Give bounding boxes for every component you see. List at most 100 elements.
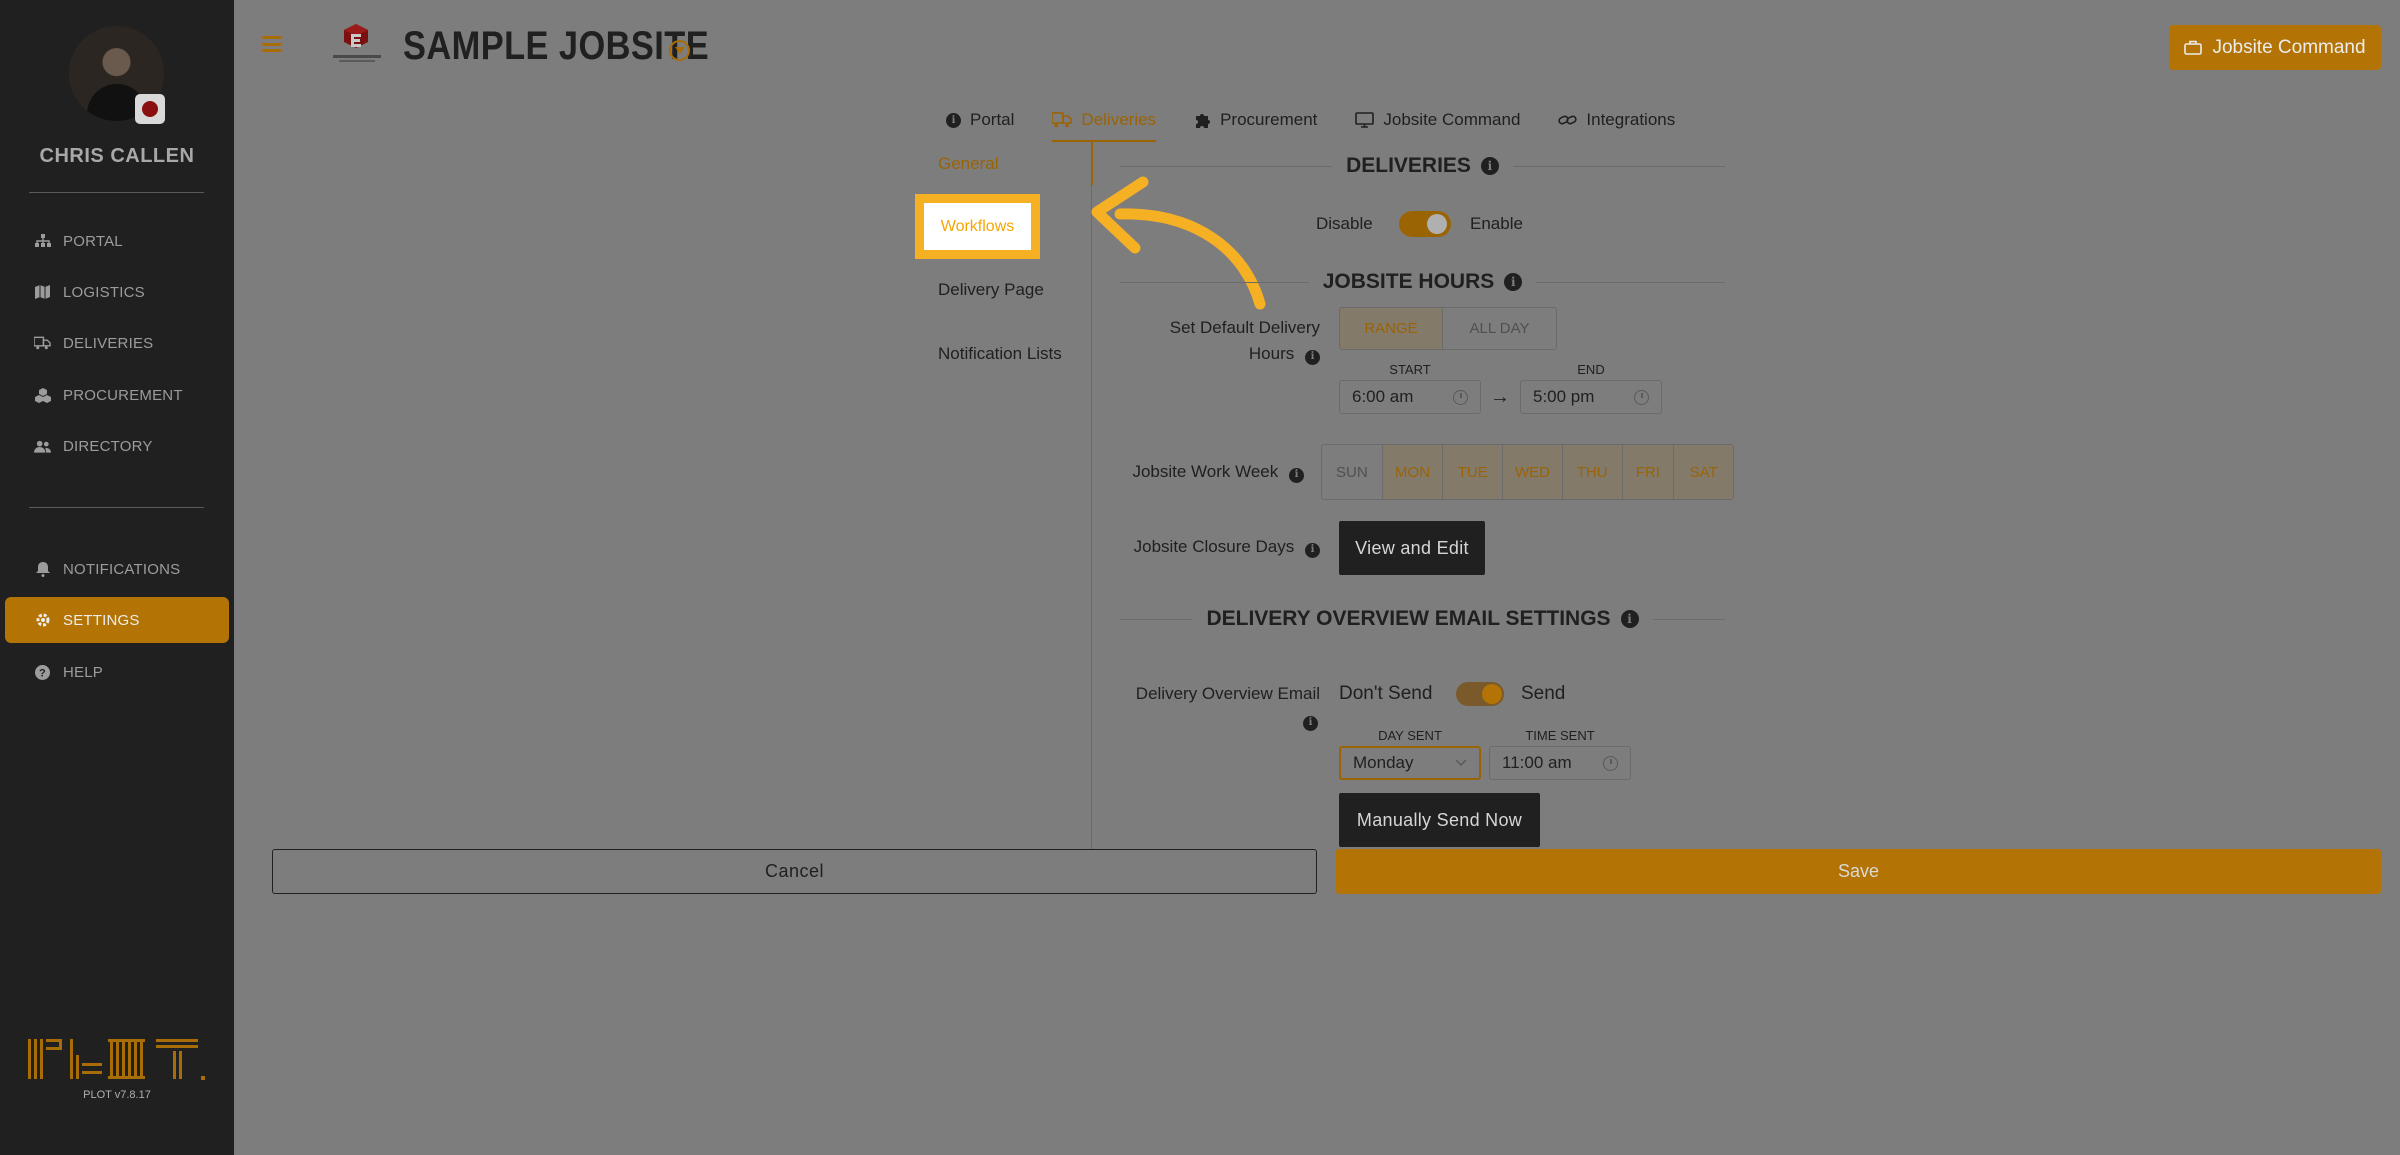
sidebar-item-label: DIRECTORY [63, 437, 153, 455]
label-text: Jobsite Closure Days [1133, 537, 1295, 556]
sidebar-item-label: HELP [63, 663, 103, 681]
range-option[interactable]: RANGE [1340, 308, 1444, 349]
overview-email-toggle[interactable] [1456, 682, 1504, 706]
clock-icon [1634, 389, 1649, 405]
sidebar-item-label: PORTAL [63, 232, 123, 250]
end-time-input[interactable]: 5:00 pm [1520, 380, 1662, 414]
info-icon[interactable]: i [1303, 715, 1318, 731]
clock-icon [1453, 389, 1468, 405]
start-caption: START [1389, 362, 1431, 377]
info-icon[interactable]: i [1504, 273, 1523, 291]
clock-icon [1603, 755, 1618, 771]
subnav-notification-lists[interactable]: Notification Lists [938, 344, 1062, 364]
send-label: Send [1521, 683, 1566, 704]
input-value: 6:00 am [1352, 387, 1414, 406]
truck-icon [1052, 112, 1073, 128]
deliveries-enable-toggle[interactable] [1399, 211, 1451, 237]
jobsite-command-button[interactable]: Jobsite Command [2169, 25, 2381, 70]
sidebar-item-procurement[interactable]: PROCUREMENT [5, 372, 229, 418]
info-icon[interactable]: i [1289, 467, 1304, 483]
truck-icon [34, 335, 51, 351]
cancel-button[interactable]: Cancel [272, 849, 1317, 894]
sidebar-item-portal[interactable]: PORTAL [5, 218, 229, 264]
boxes-icon [34, 387, 51, 403]
day-thu[interactable]: THU [1562, 445, 1623, 499]
jobsite-hours-section-header: JOBSITE HOURS i [1120, 270, 1725, 294]
sidebar-item-help[interactable]: ? HELP [5, 649, 229, 695]
info-icon: i [946, 112, 961, 128]
day-sun[interactable]: SUN [1322, 445, 1383, 499]
closure-days-label: Jobsite Closure Days i [1120, 534, 1320, 560]
chevron-down-icon [1455, 759, 1467, 767]
tab-jobsite-command[interactable]: Jobsite Command [1355, 103, 1520, 137]
subnav-delivery-page[interactable]: Delivery Page [938, 280, 1044, 300]
tab-label: Integrations [1586, 110, 1676, 129]
day-fri[interactable]: FRI [1622, 445, 1675, 499]
menu-toggle-icon[interactable] [262, 36, 282, 52]
sidebar: CHRIS CALLEN PORTAL LOGISTICS DELIVERIES… [0, 0, 234, 1155]
sidebar-item-deliveries[interactable]: DELIVERIES [5, 320, 229, 366]
chevron-down-icon [674, 47, 685, 54]
page-title: SAMPLE JOBSITE [403, 24, 710, 68]
bell-icon [34, 561, 51, 577]
info-icon[interactable]: i [1620, 610, 1639, 628]
sidebar-item-settings[interactable]: SETTINGS [5, 597, 229, 643]
day-sat[interactable]: SAT [1674, 445, 1733, 499]
settings-tabs: i Portal Deliveries Procurement Jobsite … [946, 103, 1713, 142]
user-name: CHRIS CALLEN [39, 145, 195, 167]
deliveries-section-header: DELIVERIES i [1120, 154, 1725, 178]
manual-send-button[interactable]: Manually Send Now [1339, 793, 1540, 847]
end-caption: END [1577, 362, 1605, 377]
tab-label: Jobsite Command [1383, 110, 1521, 129]
dont-send-label: Don't Send [1339, 683, 1433, 704]
info-icon[interactable]: i [1305, 542, 1320, 558]
enable-label: Enable [1470, 214, 1523, 233]
section-title: DELIVERIES [1346, 154, 1471, 177]
tab-label: Procurement [1220, 110, 1318, 129]
label-line: Set Default Delivery [1169, 318, 1320, 337]
time-sent-caption: TIME SENT [1525, 728, 1595, 743]
label-text: Jobsite Work Week [1132, 462, 1279, 481]
sidebar-item-label: SETTINGS [63, 611, 140, 629]
all-day-option[interactable]: ALL DAY [1443, 308, 1556, 349]
sidebar-divider [29, 192, 204, 193]
day-wed[interactable]: WED [1503, 445, 1563, 499]
save-button[interactable]: Save [1336, 849, 2381, 894]
day-sent-select[interactable]: Monday [1339, 746, 1481, 780]
email-settings-section-header: DELIVERY OVERVIEW EMAIL SETTINGS i [1120, 607, 1725, 631]
sidebar-item-label: NOTIFICATIONS [63, 560, 181, 578]
default-hours-label: Set Default Delivery Hours i [1120, 315, 1320, 367]
map-icon [34, 284, 51, 300]
work-week-label: Jobsite Work Week i [1120, 459, 1304, 485]
app-version: PLOT v7.8.17 [83, 1089, 151, 1101]
disable-label: Disable [1316, 214, 1373, 233]
sidebar-item-notifications[interactable]: NOTIFICATIONS [5, 546, 229, 592]
tab-procurement[interactable]: Procurement [1194, 103, 1317, 137]
link-icon [1558, 115, 1578, 125]
svg-text:?: ? [39, 667, 46, 679]
jobsite-logo [329, 22, 385, 66]
day-tue[interactable]: TUE [1443, 445, 1504, 499]
start-time-input[interactable]: 6:00 am [1339, 380, 1481, 414]
info-icon[interactable]: i [1480, 157, 1499, 175]
tab-portal[interactable]: i Portal [946, 103, 1014, 137]
label-line: Hours i [1120, 341, 1320, 367]
users-icon [34, 438, 51, 454]
hours-mode-toggle: RANGE ALL DAY [1339, 307, 1557, 350]
overview-email-label: Delivery Overview Email i [1120, 681, 1320, 733]
tab-label: Deliveries [1081, 110, 1157, 129]
subnav-workflows-label: Workflows [940, 217, 1015, 235]
view-edit-closure-button[interactable]: View and Edit [1339, 521, 1485, 575]
puzzle-icon [1196, 113, 1211, 128]
jobsite-switcher-dropdown[interactable] [669, 40, 690, 61]
subnav-general[interactable]: General [938, 154, 998, 174]
time-sent-input[interactable]: 11:00 am [1489, 746, 1631, 780]
sidebar-item-logistics[interactable]: LOGISTICS [5, 269, 229, 315]
tab-label: Portal [970, 110, 1015, 129]
day-mon[interactable]: MON [1382, 445, 1444, 499]
subnav-workflows[interactable]: Workflows [915, 194, 1040, 259]
sidebar-item-directory[interactable]: DIRECTORY [5, 423, 229, 469]
info-icon[interactable]: i [1305, 349, 1320, 365]
tab-integrations[interactable]: Integrations [1558, 103, 1675, 137]
tab-deliveries[interactable]: Deliveries [1052, 103, 1157, 142]
